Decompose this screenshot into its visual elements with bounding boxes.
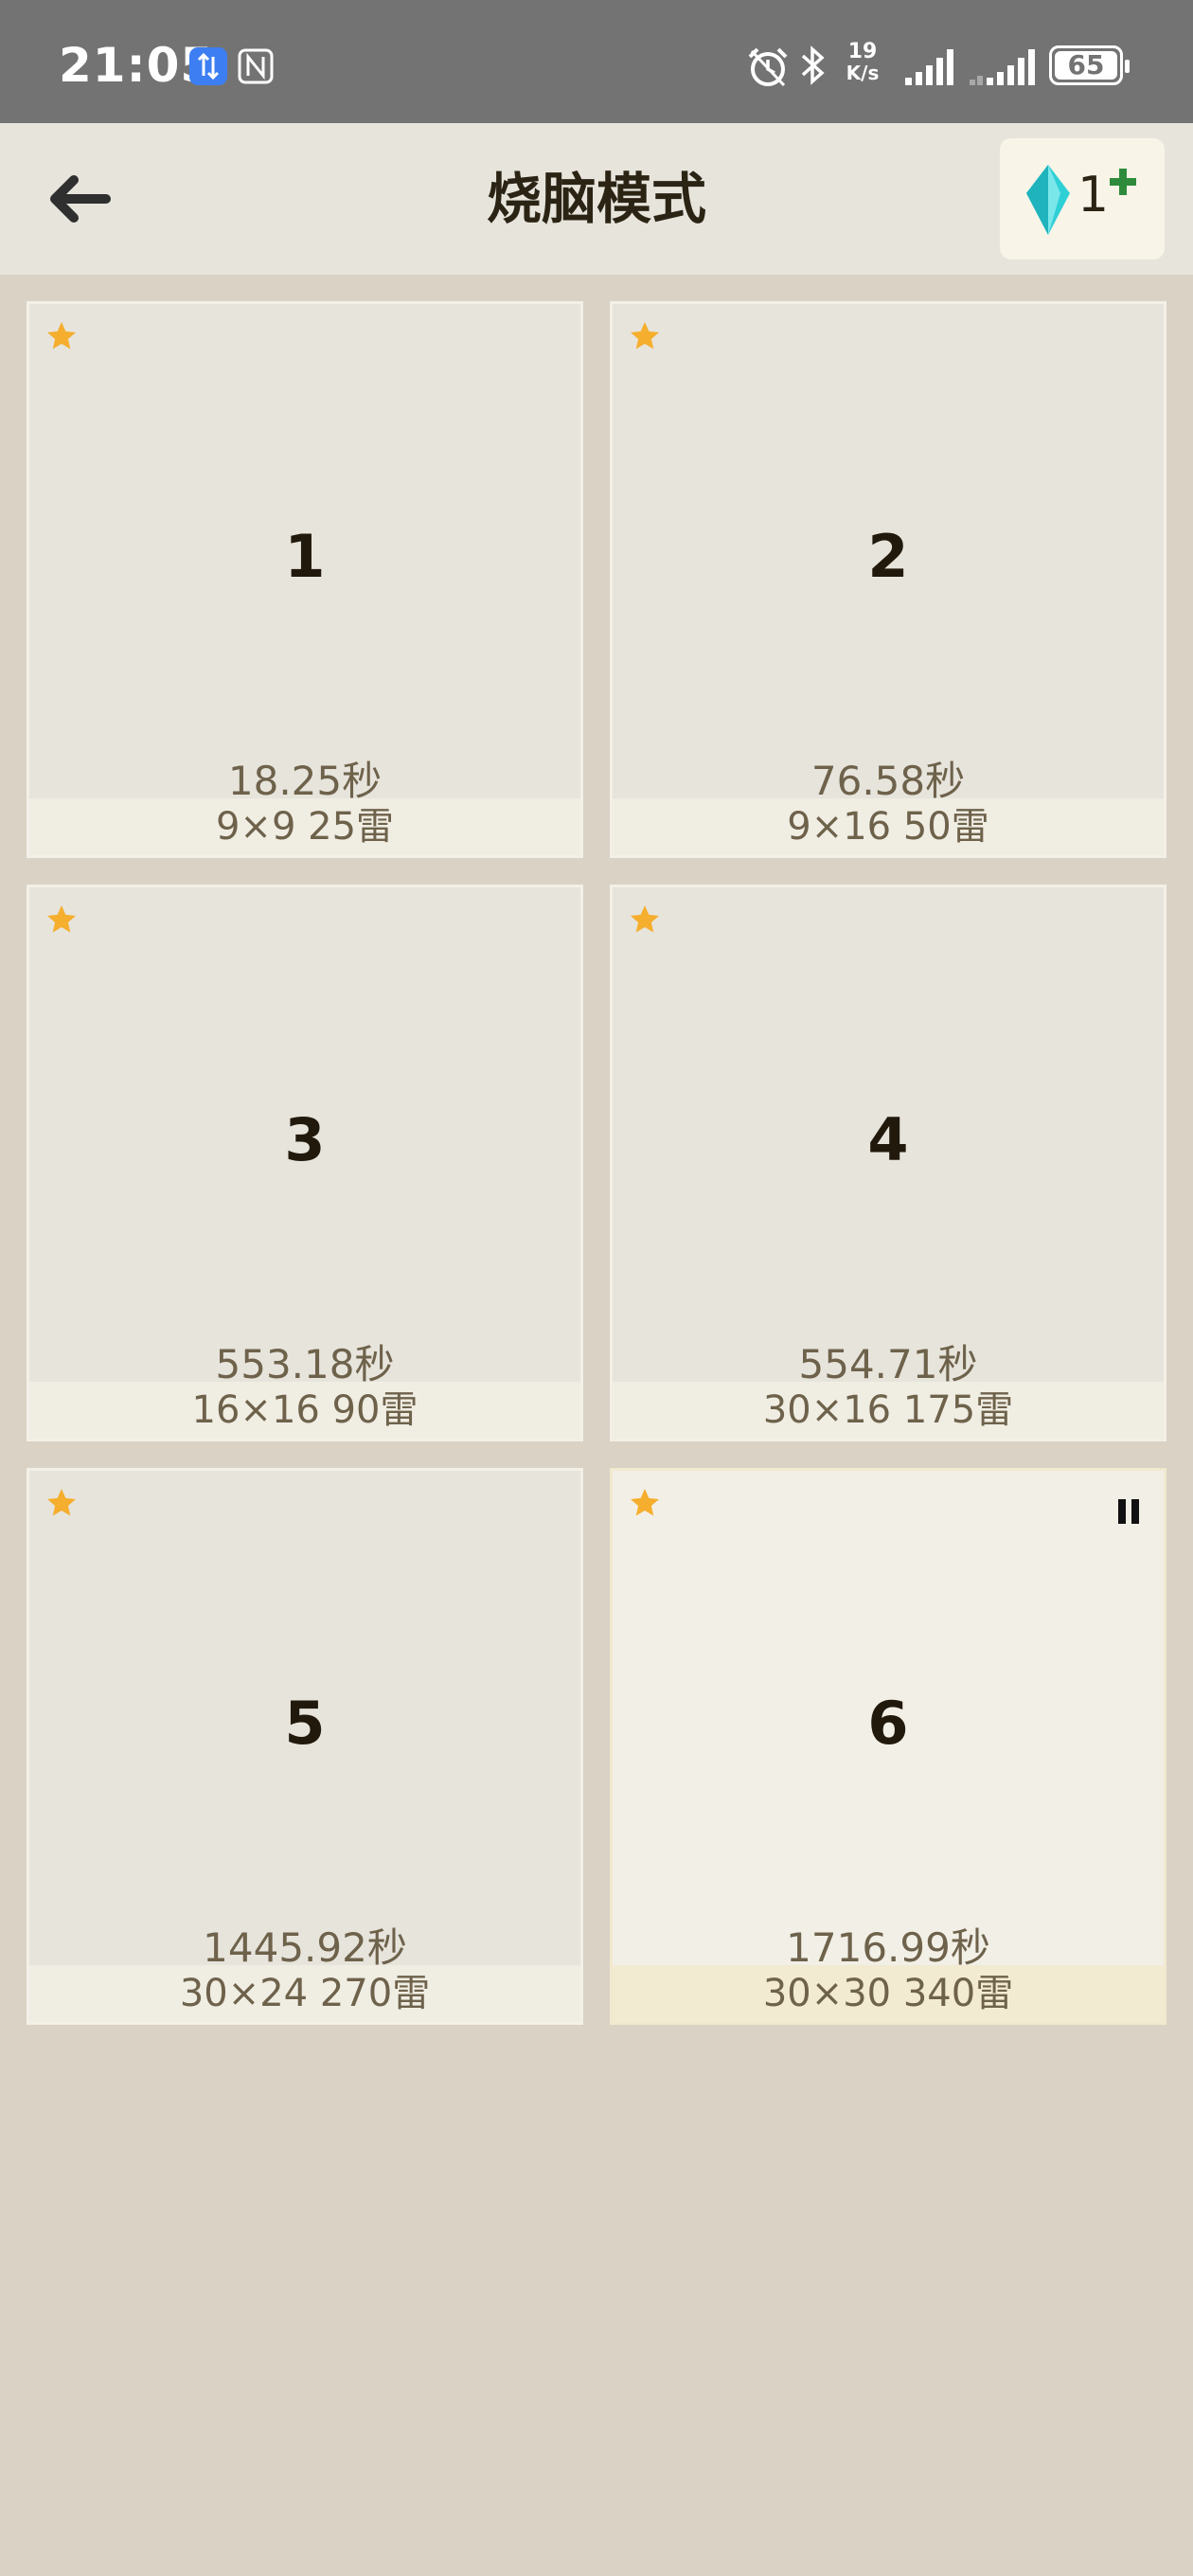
level-board-info: 30×30 340雷 xyxy=(613,1965,1164,2022)
level-card-1[interactable]: 1 18.25秒 9×9 25雷 xyxy=(27,301,583,858)
star-icon xyxy=(47,905,76,933)
back-arrow-icon xyxy=(50,175,111,223)
level-board-info: 30×16 175雷 xyxy=(613,1382,1164,1439)
bluetooth-icon xyxy=(801,45,825,85)
net-speed: 19 K/s xyxy=(841,40,884,84)
star-icon xyxy=(631,322,659,349)
pause-icon xyxy=(1118,1499,1139,1524)
level-card-2[interactable]: 2 76.58秒 9×16 50雷 xyxy=(610,301,1166,858)
level-number: 5 xyxy=(284,1689,326,1758)
level-card-5[interactable]: 5 1445.92秒 30×24 270雷 xyxy=(27,1468,583,2025)
level-card-6[interactable]: 6 1716.99秒 30×30 340雷 xyxy=(610,1468,1166,2025)
level-board-info: 16×16 90雷 xyxy=(29,1382,580,1439)
signal-icon-sim2 xyxy=(970,49,1035,85)
status-bar: 21:05 19 K/s 65 xyxy=(0,0,1193,123)
nfc-icon xyxy=(238,48,274,84)
level-number: 6 xyxy=(867,1689,909,1758)
data-transfer-icon xyxy=(189,47,227,85)
level-board-info: 9×9 25雷 xyxy=(29,798,580,855)
alarm-icon xyxy=(748,47,788,87)
gem-count: 1 xyxy=(1077,167,1110,224)
star-icon xyxy=(47,322,76,349)
star-icon xyxy=(631,1489,659,1516)
gem-balance-button[interactable]: 1 xyxy=(1000,138,1165,259)
level-board-info: 30×24 270雷 xyxy=(29,1965,580,2022)
level-board-info: 9×16 50雷 xyxy=(613,798,1164,855)
battery-indicator: 65 xyxy=(1049,45,1130,85)
net-speed-unit: K/s xyxy=(846,62,880,84)
app-bar: 烧脑模式 1 xyxy=(0,123,1193,275)
level-number: 1 xyxy=(284,522,326,591)
level-number: 4 xyxy=(867,1105,909,1174)
plus-icon xyxy=(1110,169,1136,195)
signal-icon-sim1 xyxy=(905,49,953,85)
net-speed-value: 19 xyxy=(847,40,878,63)
battery-level: 65 xyxy=(1055,51,1117,80)
level-number: 2 xyxy=(867,522,909,591)
star-icon xyxy=(47,1489,76,1516)
level-number: 3 xyxy=(284,1105,326,1174)
battery-tip xyxy=(1125,60,1130,73)
level-card-3[interactable]: 3 553.18秒 16×16 90雷 xyxy=(27,885,583,1441)
star-icon xyxy=(631,905,659,933)
back-button[interactable] xyxy=(36,161,121,237)
level-card-4[interactable]: 4 554.71秒 30×16 175雷 xyxy=(610,885,1166,1441)
diamond-icon xyxy=(1026,165,1070,235)
